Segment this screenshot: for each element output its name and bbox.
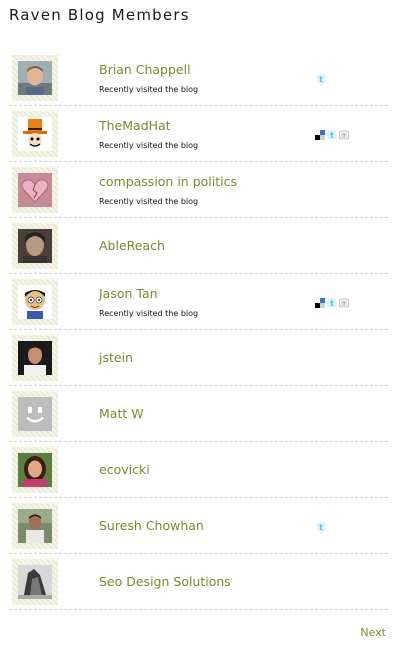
avatar-frame bbox=[12, 447, 58, 493]
svg-text:t: t bbox=[319, 75, 323, 84]
twitter-icon[interactable]: t bbox=[316, 522, 326, 532]
avatar-frame bbox=[12, 559, 58, 605]
avatar[interactable] bbox=[18, 117, 52, 151]
avatar[interactable] bbox=[18, 341, 52, 375]
member-status: Recently visited the blog bbox=[99, 141, 199, 150]
avatar[interactable] bbox=[18, 229, 52, 263]
twitter-icon[interactable]: t bbox=[316, 74, 326, 84]
avatar[interactable] bbox=[18, 173, 52, 207]
social-icons: t bbox=[316, 74, 326, 84]
svg-text:ff: ff bbox=[342, 134, 346, 140]
member-name[interactable]: Seo Design Solutions bbox=[99, 574, 231, 589]
avatar-frame bbox=[12, 279, 58, 325]
delicious-icon[interactable] bbox=[315, 298, 325, 308]
member-name[interactable]: Brian Chappell bbox=[99, 62, 191, 77]
svg-text:t: t bbox=[330, 131, 334, 140]
member-row: compassion in politics Recently visited … bbox=[9, 162, 388, 218]
member-row: Brian Chappell Recently visited the blog… bbox=[9, 50, 388, 106]
member-name[interactable]: compassion in politics bbox=[99, 174, 237, 189]
member-row: Suresh Chowhan t bbox=[9, 498, 388, 554]
next-page-link[interactable]: Next bbox=[360, 626, 386, 639]
svg-text:t: t bbox=[319, 523, 323, 532]
member-status: Recently visited the blog bbox=[99, 309, 199, 318]
social-icons: t ff bbox=[315, 130, 349, 140]
member-name[interactable]: Suresh Chowhan bbox=[99, 518, 204, 533]
avatar[interactable] bbox=[18, 285, 52, 319]
avatar-frame bbox=[12, 111, 58, 157]
delicious-icon[interactable] bbox=[315, 130, 325, 140]
avatar[interactable] bbox=[18, 397, 52, 431]
member-name[interactable]: jstein bbox=[99, 350, 133, 365]
friendfeed-icon[interactable]: ff bbox=[339, 130, 349, 140]
page-title: Raven Blog Members bbox=[9, 6, 190, 24]
member-row: AbleReach bbox=[9, 218, 388, 274]
avatar[interactable] bbox=[18, 453, 52, 487]
social-icons: t bbox=[316, 522, 326, 532]
member-status: Recently visited the blog bbox=[99, 197, 199, 206]
friendfeed-icon[interactable]: ff bbox=[339, 298, 349, 308]
member-name[interactable]: Matt W bbox=[99, 406, 144, 421]
member-name[interactable]: TheMadHat bbox=[99, 118, 171, 133]
twitter-icon[interactable]: t bbox=[327, 130, 337, 140]
member-row: jstein bbox=[9, 330, 388, 386]
svg-text:t: t bbox=[330, 299, 334, 308]
avatar[interactable] bbox=[18, 565, 52, 599]
social-icons: t ff bbox=[315, 298, 349, 308]
member-name[interactable]: ecovicki bbox=[99, 462, 150, 477]
member-row: Seo Design Solutions bbox=[9, 554, 388, 610]
member-list: Brian Chappell Recently visited the blog… bbox=[9, 50, 388, 610]
avatar-frame bbox=[12, 391, 58, 437]
member-name[interactable]: Jason Tan bbox=[99, 286, 158, 301]
svg-text:ff: ff bbox=[342, 302, 346, 308]
member-row: Matt W bbox=[9, 386, 388, 442]
avatar-frame bbox=[12, 223, 58, 269]
member-name[interactable]: AbleReach bbox=[99, 238, 165, 253]
avatar-frame bbox=[12, 503, 58, 549]
avatar[interactable] bbox=[18, 509, 52, 543]
member-row: Jason Tan Recently visited the blog t ff bbox=[9, 274, 388, 330]
twitter-icon[interactable]: t bbox=[327, 298, 337, 308]
avatar-frame bbox=[12, 335, 58, 381]
member-row: TheMadHat Recently visited the blog t ff bbox=[9, 106, 388, 162]
member-status: Recently visited the blog bbox=[99, 85, 199, 94]
avatar-frame bbox=[12, 167, 58, 213]
avatar-frame bbox=[12, 55, 58, 101]
avatar[interactable] bbox=[18, 61, 52, 95]
member-row: ecovicki bbox=[9, 442, 388, 498]
